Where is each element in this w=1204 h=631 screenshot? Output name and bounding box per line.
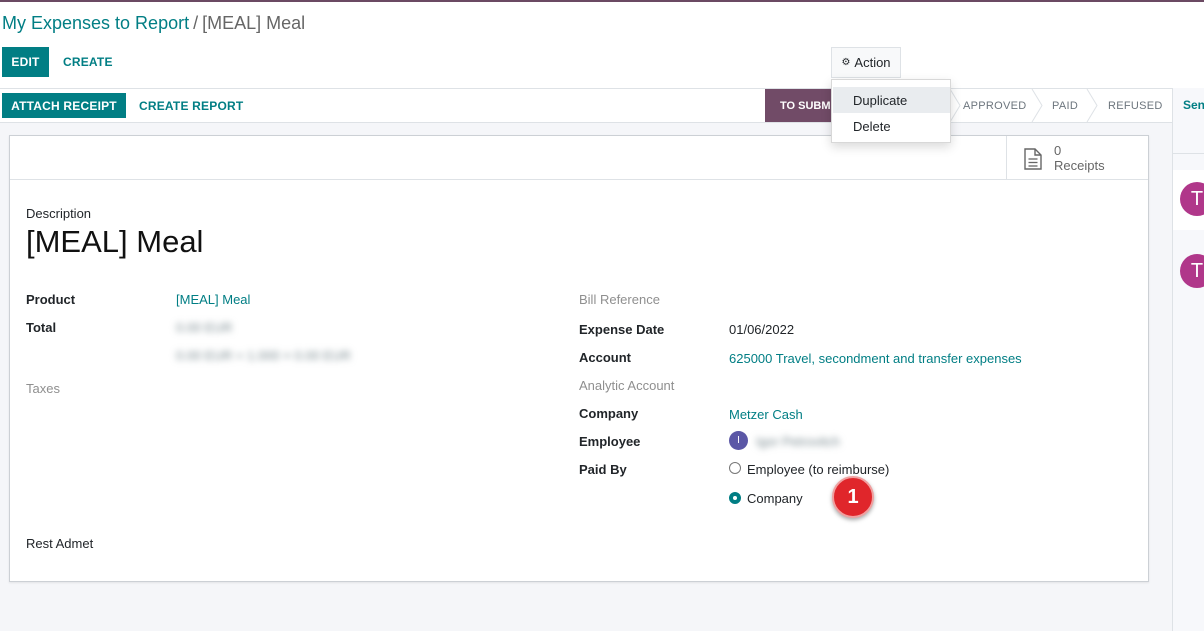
button-box [10, 136, 1148, 180]
create-button[interactable]: CREATE [63, 47, 113, 77]
gear-icon: ⚙ [841, 57, 851, 68]
receipts-label: Receipts [1054, 158, 1105, 173]
stage-paid[interactable]: PAID [1052, 89, 1078, 122]
breadcrumb-separator: / [193, 13, 199, 33]
employee-label: Employee [579, 434, 641, 449]
analytic-account-label: Analytic Account [579, 378, 675, 393]
edit-button[interactable]: EDIT [2, 47, 49, 77]
create-report-button[interactable]: CREATE REPORT [139, 93, 243, 118]
description-label: Description [26, 206, 92, 221]
stage-approved[interactable]: APPROVED [963, 89, 1027, 122]
expense-date-label: Expense Date [579, 322, 665, 337]
stage-refused[interactable]: REFUSED [1108, 89, 1163, 122]
receipts-count: 0 [1054, 143, 1062, 158]
expense-title: [MEAL] Meal [26, 224, 204, 259]
document-icon [1024, 148, 1042, 170]
expense-date-value: 01/06/2022 [729, 322, 795, 337]
action-dropdown-menu: Duplicate Delete [831, 79, 951, 143]
chatter-divider [1173, 153, 1204, 154]
avatar: I [729, 431, 748, 450]
account-label: Account [579, 350, 631, 365]
stage-arrow [1031, 89, 1043, 122]
paid-by-label: Paid By [579, 462, 627, 477]
send-message-button[interactable]: Send [1183, 98, 1204, 112]
step-number-badge: 1 [832, 476, 874, 518]
bill-reference-label: Bill Reference [579, 292, 660, 307]
paid-by-company-radio[interactable] [729, 492, 741, 504]
attach-receipt-button[interactable]: ATTACH RECEIPT [2, 93, 126, 118]
account-value[interactable]: 625000 Travel, secondment and transfer e… [729, 351, 1022, 366]
paid-by-employee-radio[interactable] [729, 462, 741, 474]
delete-menu-item[interactable]: Delete [833, 113, 950, 139]
product-label: Product [26, 292, 76, 307]
notes-text: Rest Admet [26, 536, 94, 551]
action-button-label: Action [854, 55, 891, 70]
total-value: 0.00 EUR [176, 320, 233, 335]
duplicate-menu-item[interactable]: Duplicate [833, 87, 950, 113]
company-label: Company [579, 406, 639, 421]
stage-arrow [1086, 89, 1098, 122]
paid-by-employee-label[interactable]: Employee (to reimburse) [747, 462, 889, 477]
paid-by-company-label[interactable]: Company [747, 491, 803, 506]
total-label: Total [26, 320, 57, 335]
taxes-label: Taxes [26, 381, 60, 396]
product-value[interactable]: [MEAL] Meal [176, 292, 250, 307]
employee-value[interactable]: Igor Petrovitch [756, 434, 840, 449]
action-button[interactable]: ⚙ Action [831, 47, 901, 78]
breadcrumb: My Expenses to Report / [MEAL] Meal [2, 13, 305, 34]
breadcrumb-current: [MEAL] Meal [202, 13, 306, 33]
receipts-smart-button[interactable]: 0 Receipts [1006, 136, 1148, 180]
breadcrumb-parent-link[interactable]: My Expenses to Report [2, 13, 189, 33]
total-detail: 0.00 EUR = 1.000 × 0.00 EUR [176, 348, 351, 363]
company-value[interactable]: Metzer Cash [729, 407, 803, 422]
top-accent-line [0, 0, 1204, 2]
